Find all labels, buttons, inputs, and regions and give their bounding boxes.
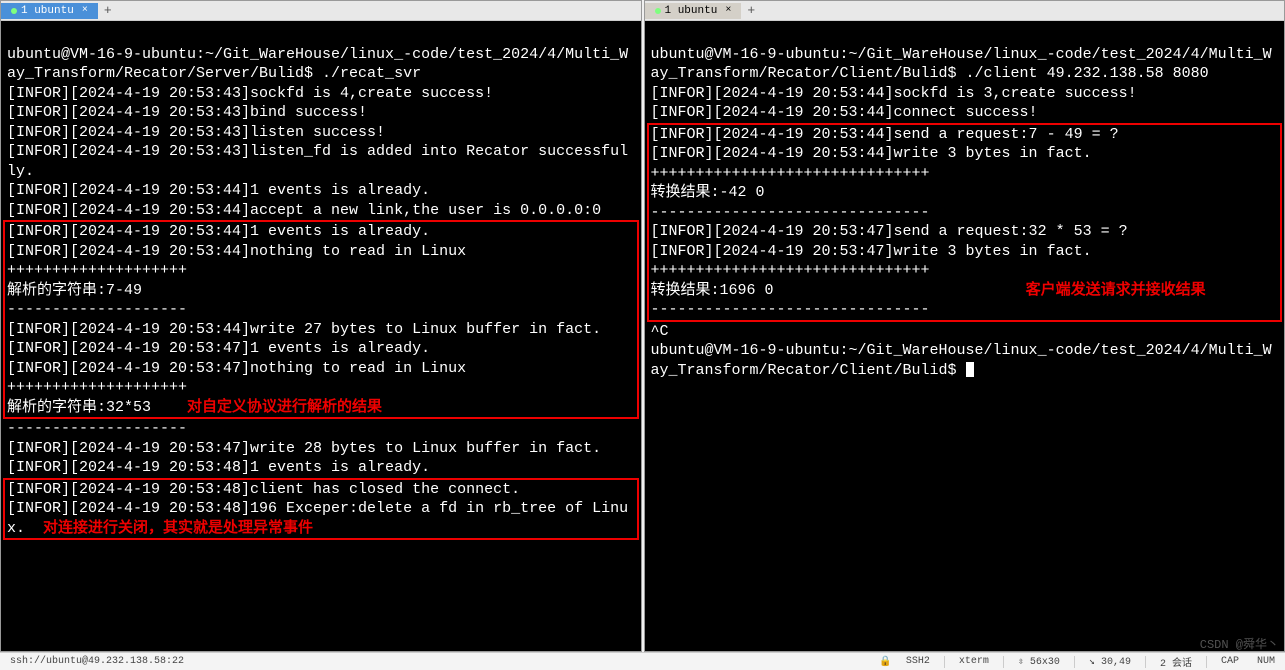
terminal-line: 解析的字符串:7-49 [7, 282, 142, 299]
terminal-line: [INFOR][2024-4-19 20:53:47]1 events is a… [7, 340, 430, 357]
terminal-line: 转换结果:-42 0 [651, 184, 765, 201]
terminal-line: 解析的字符串:32*53 [7, 399, 151, 416]
terminal-line: [INFOR][2024-4-19 20:53:44]connect succe… [651, 104, 1038, 121]
terminal-line: -------------------- [7, 420, 187, 437]
terminal-line: [INFOR][2024-4-19 20:53:43]listen succes… [7, 124, 385, 141]
terminal-line: +++++++++++++++++++++++++++++++ [651, 165, 930, 182]
right-prompt: ubuntu@VM-16-9-ubuntu:~/Git_WareHouse/li… [651, 46, 1272, 83]
parse-annotation: 对自定义协议进行解析的结果 [187, 399, 382, 416]
terminal-line: ------------------------------- [651, 301, 930, 318]
status-connection: ssh://ubuntu@49.232.138.58:22 [6, 656, 188, 667]
right-tab-label: 1 ubuntu [665, 5, 718, 17]
status-dot-icon [655, 8, 661, 14]
terminal-line: [INFOR][2024-4-19 20:53:48]client has cl… [7, 481, 520, 498]
terminal-line: [INFOR][2024-4-19 20:53:47]write 28 byte… [7, 440, 601, 457]
terminal-line: [INFOR][2024-4-19 20:53:43]listen_fd is … [7, 143, 628, 180]
terminal-line: ++++++++++++++++++++ [7, 262, 187, 279]
terminal-line: ^C [651, 323, 669, 340]
left-tab[interactable]: 1 ubuntu × [1, 3, 98, 19]
terminal-line: [INFOR][2024-4-19 20:53:43]bind success! [7, 104, 367, 121]
status-sessions: 2 会话 [1156, 654, 1196, 670]
left-tab-label: 1 ubuntu [21, 5, 74, 17]
cursor-icon [966, 362, 974, 377]
status-dot-icon [11, 8, 17, 14]
add-tab-button[interactable]: + [741, 3, 761, 18]
terminal-line: 转换结果:1696 0 [651, 282, 774, 299]
watermark: CSDN @舜华丶 [1200, 635, 1279, 652]
terminal-line: [INFOR][2024-4-19 20:53:44]sockfd is 3,c… [651, 85, 1137, 102]
status-num: NUM [1253, 656, 1279, 667]
statusbar: ssh://ubuntu@49.232.138.58:22 🔒 SSH2 xte… [0, 652, 1285, 670]
close-icon[interactable]: × [721, 5, 731, 16]
right-prompt2: ubuntu@VM-16-9-ubuntu:~/Git_WareHouse/li… [651, 342, 1272, 379]
right-tab[interactable]: 1 ubuntu × [645, 3, 742, 19]
terminal-line: +++++++++++++++++++++++++++++++ [651, 262, 930, 279]
terminal-line: [INFOR][2024-4-19 20:53:43]sockfd is 4,c… [7, 85, 493, 102]
terminal-line: [INFOR][2024-4-19 20:53:44]write 3 bytes… [651, 145, 1092, 162]
status-cap: CAP [1217, 656, 1243, 667]
terminal-line: [INFOR][2024-4-19 20:53:47]nothing to re… [7, 360, 466, 377]
right-terminal[interactable]: ubuntu@VM-16-9-ubuntu:~/Git_WareHouse/li… [645, 21, 1285, 651]
terminal-line: [INFOR][2024-4-19 20:53:44]accept a new … [7, 202, 601, 219]
lock-icon: 🔒 [879, 656, 891, 668]
left-parse-box: [INFOR][2024-4-19 20:53:44]1 events is a… [3, 220, 639, 419]
terminal-line: [INFOR][2024-4-19 20:53:47]write 3 bytes… [651, 243, 1092, 260]
add-tab-button[interactable]: + [98, 3, 118, 18]
status-term: xterm [955, 656, 993, 667]
close-annotation: 对连接进行关闭，其实就是处理异常事件 [43, 520, 313, 537]
terminal-line: [INFOR][2024-4-19 20:53:48]1 events is a… [7, 459, 430, 476]
terminal-line: ------------------------------- [651, 204, 930, 221]
right-request-box: [INFOR][2024-4-19 20:53:44]send a reques… [647, 123, 1283, 322]
terminal-line: [INFOR][2024-4-19 20:53:44]write 27 byte… [7, 321, 601, 338]
left-terminal[interactable]: ubuntu@VM-16-9-ubuntu:~/Git_WareHouse/li… [1, 21, 641, 651]
terminal-line: [INFOR][2024-4-19 20:53:44]1 events is a… [7, 223, 430, 240]
right-pane: 1 ubuntu × + ubuntu@VM-16-9-ubuntu:~/Git… [644, 0, 1285, 652]
close-icon[interactable]: × [78, 5, 88, 16]
status-ssh: SSH2 [902, 656, 934, 667]
left-tabbar: 1 ubuntu × + [1, 1, 641, 21]
status-pos: ↘ 30,49 [1085, 656, 1135, 668]
terminal-line: [INFOR][2024-4-19 20:53:47]send a reques… [651, 223, 1128, 240]
terminal-line: [INFOR][2024-4-19 20:53:44]1 events is a… [7, 182, 430, 199]
status-size: ⇳ 56x30 [1014, 656, 1064, 668]
terminal-line: [INFOR][2024-4-19 20:53:44]nothing to re… [7, 243, 466, 260]
left-prompt: ubuntu@VM-16-9-ubuntu:~/Git_WareHouse/li… [7, 46, 628, 83]
right-tabbar: 1 ubuntu × + [645, 1, 1285, 21]
left-pane: 1 ubuntu × + ubuntu@VM-16-9-ubuntu:~/Git… [0, 0, 642, 652]
terminal-line: [INFOR][2024-4-19 20:53:44]send a reques… [651, 126, 1119, 143]
terminal-line: -------------------- [7, 301, 187, 318]
client-annotation: 客户端发送请求并接收结果 [1026, 282, 1206, 299]
left-close-box: [INFOR][2024-4-19 20:53:48]client has cl… [3, 478, 639, 541]
terminal-line: ++++++++++++++++++++ [7, 379, 187, 396]
